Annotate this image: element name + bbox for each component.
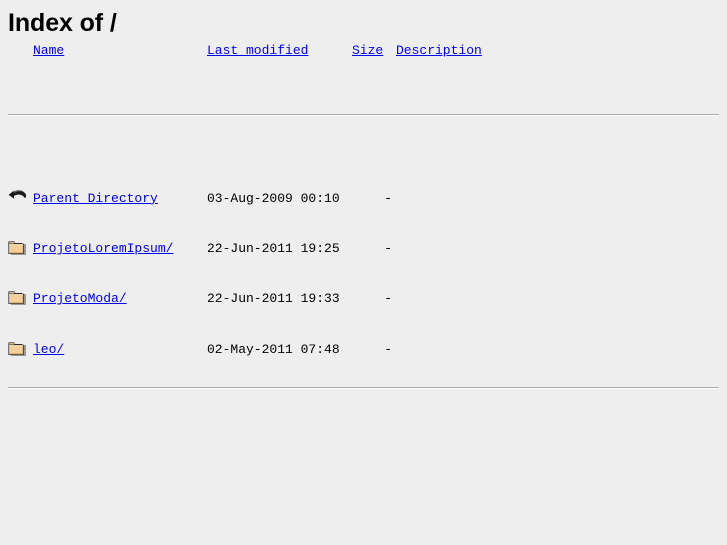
listing-row: leo/02-May-2011 07:48 - xyxy=(8,337,719,362)
folder-icon xyxy=(8,289,28,310)
listing-spacer xyxy=(8,142,719,161)
entry-link[interactable]: ProjetoLoremIpsum/ xyxy=(33,236,173,261)
entry-size: - xyxy=(384,190,392,206)
listing-top-rule xyxy=(8,114,719,117)
folder-icon xyxy=(8,340,28,361)
entry-link[interactable]: Parent Directory xyxy=(33,186,158,211)
page-title: Index of / xyxy=(8,9,117,37)
listing-row: ProjetoLoremIpsum/22-Jun-2011 19:25 - xyxy=(8,236,719,261)
entry-last-modified: 02-May-2011 07:48 xyxy=(207,341,340,357)
entry-size: - xyxy=(384,291,392,307)
column-header-description[interactable]: Description xyxy=(396,40,482,62)
entry-last-modified: 03-Aug-2009 00:10 xyxy=(207,190,340,206)
listing-row: ProjetoModa/22-Jun-2011 19:33 - xyxy=(8,286,719,311)
column-header-last-modified[interactable]: Last modified xyxy=(207,40,308,62)
listing-header-row: Name Last modified Size Description xyxy=(8,40,719,62)
entry-last-modified: 22-Jun-2011 19:25 xyxy=(207,241,340,257)
entry-link[interactable]: leo/ xyxy=(33,337,64,362)
listing-row: Parent Directory 03-Aug-2009 00:10 - xyxy=(8,186,719,211)
directory-listing: Name Last modified Size Description Parent … xyxy=(8,40,719,390)
column-header-name[interactable]: Name xyxy=(33,40,64,62)
directory-index-page: Index of / Name Last modified Size Descript… xyxy=(0,0,727,545)
entry-size: - xyxy=(384,241,392,257)
entry-last-modified: 22-Jun-2011 19:33 xyxy=(207,291,340,307)
entry-size: - xyxy=(384,341,392,357)
folder-icon xyxy=(8,239,28,260)
listing-bottom-rule xyxy=(8,387,719,390)
back-icon xyxy=(8,189,28,210)
entry-link[interactable]: ProjetoModa/ xyxy=(33,286,127,311)
column-header-size[interactable]: Size xyxy=(352,40,383,62)
